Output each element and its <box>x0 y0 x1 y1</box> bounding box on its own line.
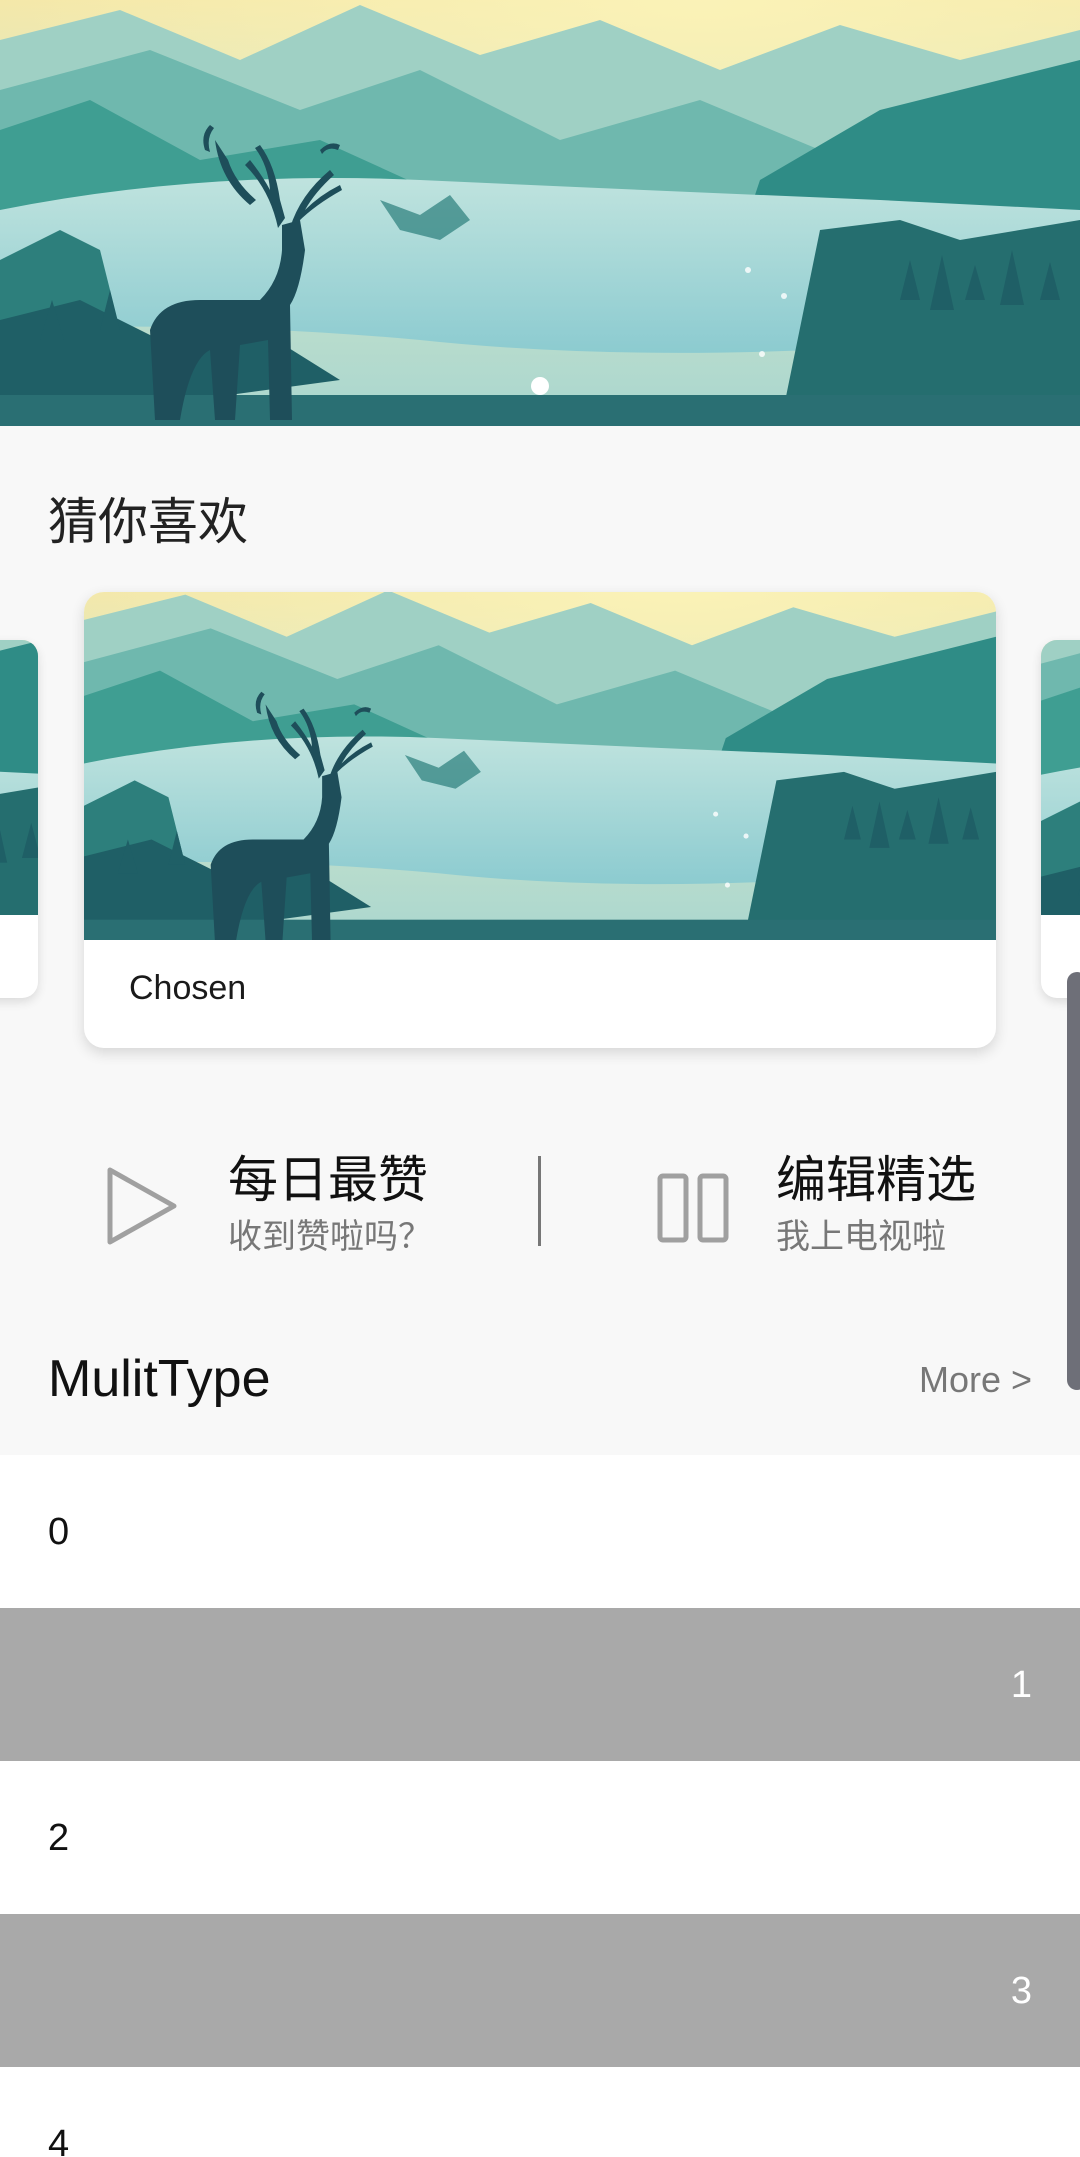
scrollbar-thumb[interactable] <box>1067 972 1080 1390</box>
list-item-label: 4 <box>48 2123 70 2157</box>
feature-subtitle: 我上电视啦 <box>776 1217 946 1257</box>
list-item[interactable]: 2 <box>0 1761 1080 1914</box>
multitype-section-title: MulitType <box>48 1350 271 1408</box>
multitype-list: 0 1 2 3 4 <box>0 1455 1080 2157</box>
feature-title: 编辑精选 <box>776 1151 976 1209</box>
play-icon <box>107 1167 177 1245</box>
more-link[interactable]: More > <box>919 1358 1032 1402</box>
feature-divider <box>538 1156 541 1246</box>
carousel-card-previous[interactable] <box>0 640 38 998</box>
columns-icon <box>657 1173 729 1243</box>
feature-subtitle: 收到赞啦吗？ <box>228 1217 432 1257</box>
list-item-label: 0 <box>48 1511 70 1553</box>
home-screen: 猜你喜欢 Chosen 每日最赞 收到赞啦吗？ 编辑精选 我上电视啦 Mulit… <box>0 0 1080 2157</box>
card-image <box>84 592 996 940</box>
card-image <box>0 640 38 915</box>
list-item-label: 3 <box>1010 1970 1032 2012</box>
section-title-guess-you-like: 猜你喜欢 <box>48 493 248 551</box>
card-label: Chosen <box>129 969 247 1007</box>
list-item-label: 1 <box>1010 1664 1032 1706</box>
banner-indicator-dot[interactable] <box>531 377 549 395</box>
carousel-card-next[interactable] <box>1041 640 1080 998</box>
list-item-label: 2 <box>48 1817 70 1859</box>
list-item[interactable]: 0 <box>0 1455 1080 1608</box>
card-image <box>1041 640 1080 915</box>
carousel-card-current[interactable]: Chosen <box>84 592 996 1048</box>
list-item[interactable]: 4 <box>0 2067 1080 2157</box>
top-banner[interactable] <box>0 0 1080 426</box>
feature-editors-choice[interactable]: 编辑精选 我上电视啦 <box>656 1150 1016 1260</box>
feature-daily-best[interactable]: 每日最赞 收到赞啦吗？ <box>104 1150 494 1260</box>
feature-title: 每日最赞 <box>228 1151 428 1209</box>
list-item[interactable]: 3 <box>0 1914 1080 2067</box>
deer-lake-illustration <box>0 0 1080 426</box>
list-item[interactable]: 1 <box>0 1608 1080 1761</box>
